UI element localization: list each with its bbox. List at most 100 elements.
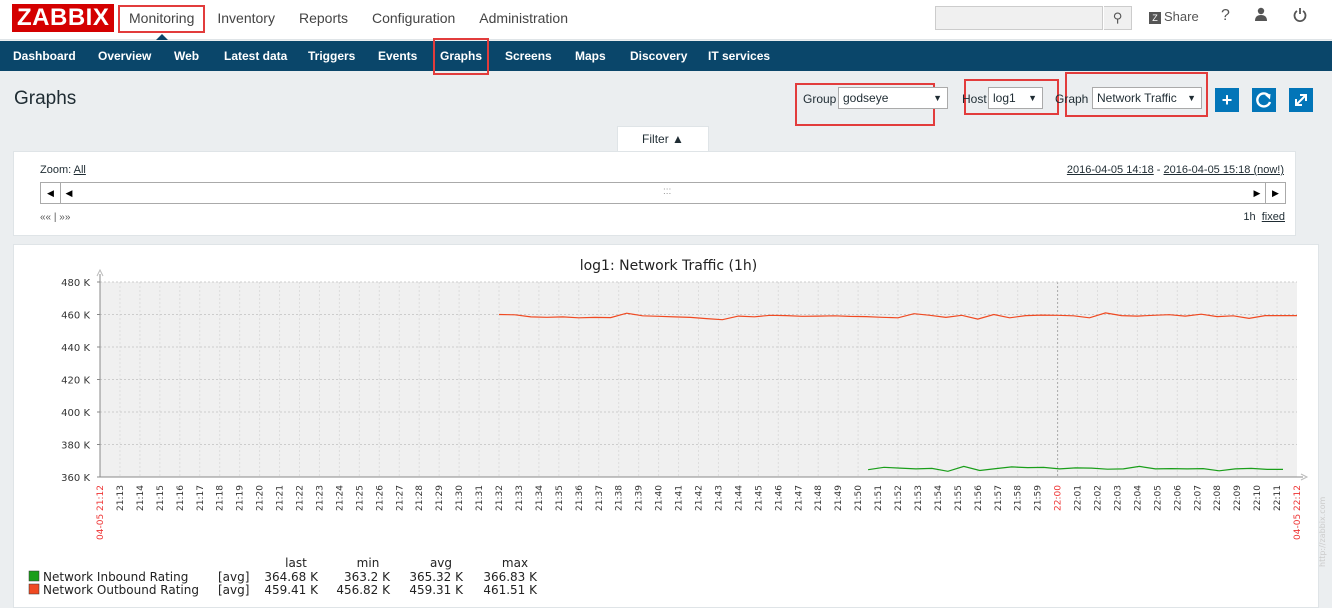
search-icon[interactable]: ⚲ [1104,6,1132,30]
group-select[interactable]: godseye ▼ [838,87,948,109]
subnav-maps[interactable]: Maps [575,41,606,71]
fullscreen-icon[interactable] [1289,88,1313,112]
page-title: Graphs [14,88,77,109]
subnav-screens[interactable]: Screens [505,41,552,71]
nav-administration[interactable]: Administration [467,0,580,40]
top-nav: Monitoring Inventory Reports Configurati… [118,0,580,40]
x-tick-label: 22:09 [1233,485,1243,511]
nav-monitoring[interactable]: Monitoring [118,5,206,40]
scroll-left-handle-icon[interactable]: ◀ [62,183,76,203]
add-icon[interactable]: + [1215,88,1239,112]
x-tick-label: 21:39 [635,485,645,511]
share-icon: Z [1149,12,1161,24]
period-span: 1h [1243,211,1256,223]
x-tick-label: 22:02 [1094,485,1104,511]
y-tick-label: 420 K [61,376,90,387]
x-end-label: 04-05 22:12 [1293,485,1303,540]
x-tick-label: 21:17 [196,485,206,511]
chevron-down-icon: ▼ [1187,93,1196,103]
power-icon[interactable] [1293,7,1307,27]
top-bar: ZABBIX Monitoring Inventory Reports Conf… [0,0,1332,40]
legend-series-name: Network Outbound Rating [43,583,199,597]
x-tick-label: 21:32 [495,485,505,511]
x-tick-label: 21:33 [515,485,525,511]
x-tick-label: 21:37 [595,485,605,511]
x-tick-label: 21:50 [854,485,864,511]
x-tick-label: 21:14 [136,485,146,511]
timeline-scrollbar[interactable]: ◀ ◀ ::: ▶ ▶ [40,182,1286,204]
period-sep: - [1153,164,1164,176]
scroll-left-icon[interactable]: ◀ [41,183,61,203]
x-tick-label: 21:44 [734,485,744,511]
subnav-web[interactable]: Web [174,41,199,71]
x-tick-label: 22:01 [1074,485,1084,511]
subnav-dashboard[interactable]: Dashboard [13,41,76,71]
user-icon[interactable] [1254,6,1268,27]
subnav-triggers[interactable]: Triggers [308,41,355,71]
x-tick-label: 21:23 [315,485,325,511]
period-nav-links[interactable]: «« | »» [40,212,70,223]
x-tick-label: 21:57 [994,485,1004,511]
legend-swatch [28,583,40,595]
x-tick-label: 21:59 [1034,485,1044,511]
nav-reports[interactable]: Reports [287,0,360,40]
question-icon[interactable]: ? [1221,7,1230,25]
legend-series-name: Network Inbound Rating [43,570,188,584]
x-tick-label: 21:36 [575,485,585,511]
subnav-latest-data[interactable]: Latest data [224,41,287,71]
x-tick-label: 22:04 [1133,485,1143,511]
host-select[interactable]: log1 ▼ [988,87,1043,109]
y-tick-label: 460 K [61,311,90,322]
zabbix-logo[interactable]: ZABBIX [12,4,115,32]
x-tick-label: 21:58 [1014,485,1024,511]
x-tick-label: 21:16 [176,485,186,511]
x-tick-label: 22:00 [1054,485,1064,511]
scroll-right-handle-icon[interactable]: ▶ [1250,183,1264,203]
x-tick-label: 21:42 [695,485,705,511]
group-value: godseye [843,91,889,105]
subnav-discovery[interactable]: Discovery [630,41,687,71]
legend-value: 456.82 K [336,583,391,597]
period-from[interactable]: 2016-04-05 14:18 [1067,164,1154,176]
zoom-all-link[interactable]: All [74,164,86,176]
legend-value: 363.2 K [344,570,391,584]
scroll-grip-icon[interactable]: ::: [663,186,671,197]
legend-function: [avg] [218,583,249,597]
x-tick-label: 21:24 [335,485,345,511]
subnav-events[interactable]: Events [378,41,417,71]
watermark-text: http://zabbix.com [1318,496,1327,567]
x-tick-label: 21:48 [814,485,824,511]
period-mode: 1h fixed [1243,211,1285,223]
refresh-icon[interactable] [1252,88,1276,112]
legend-swatch [28,570,40,582]
scroll-right-icon[interactable]: ▶ [1265,183,1285,203]
x-tick-label: 21:30 [455,485,465,511]
subnav-it-services[interactable]: IT services [708,41,770,71]
graph-select[interactable]: Network Traffic ▼ [1092,87,1202,109]
legend-value: 365.32 K [409,570,464,584]
period-to[interactable]: 2016-04-05 15:18 (now!) [1164,164,1284,176]
chart-title: log1: Network Traffic (1h) [580,258,758,274]
x-tick-label: 21:40 [655,485,665,511]
host-value: log1 [993,91,1016,105]
nav-configuration[interactable]: Configuration [360,0,467,40]
subnav-overview[interactable]: Overview [98,41,151,71]
nav-inventory[interactable]: Inventory [205,0,287,40]
legend-header: max [502,556,528,570]
legend-header: min [357,556,380,570]
group-label: Group [803,92,837,106]
legend-value: 459.31 K [409,583,464,597]
legend-header: avg [430,556,452,570]
x-tick-label: 21:56 [974,485,984,511]
network-traffic-graph: log1: Network Traffic (1h) 480 K 460 K 440 … [28,258,1327,597]
x-tick-label: 21:55 [954,485,964,511]
host-label: Host [962,92,987,106]
search-input[interactable] [935,6,1103,30]
share-link[interactable]: Z Share [1149,9,1199,24]
x-tick-label: 22:07 [1193,485,1203,511]
filter-tab[interactable]: Filter ▲ [617,126,709,152]
fixed-toggle[interactable]: fixed [1262,211,1285,223]
x-tick-label: 21:34 [535,485,545,511]
x-tick-label: 21:15 [156,485,166,511]
subnav-graphs[interactable]: Graphs [433,38,490,75]
